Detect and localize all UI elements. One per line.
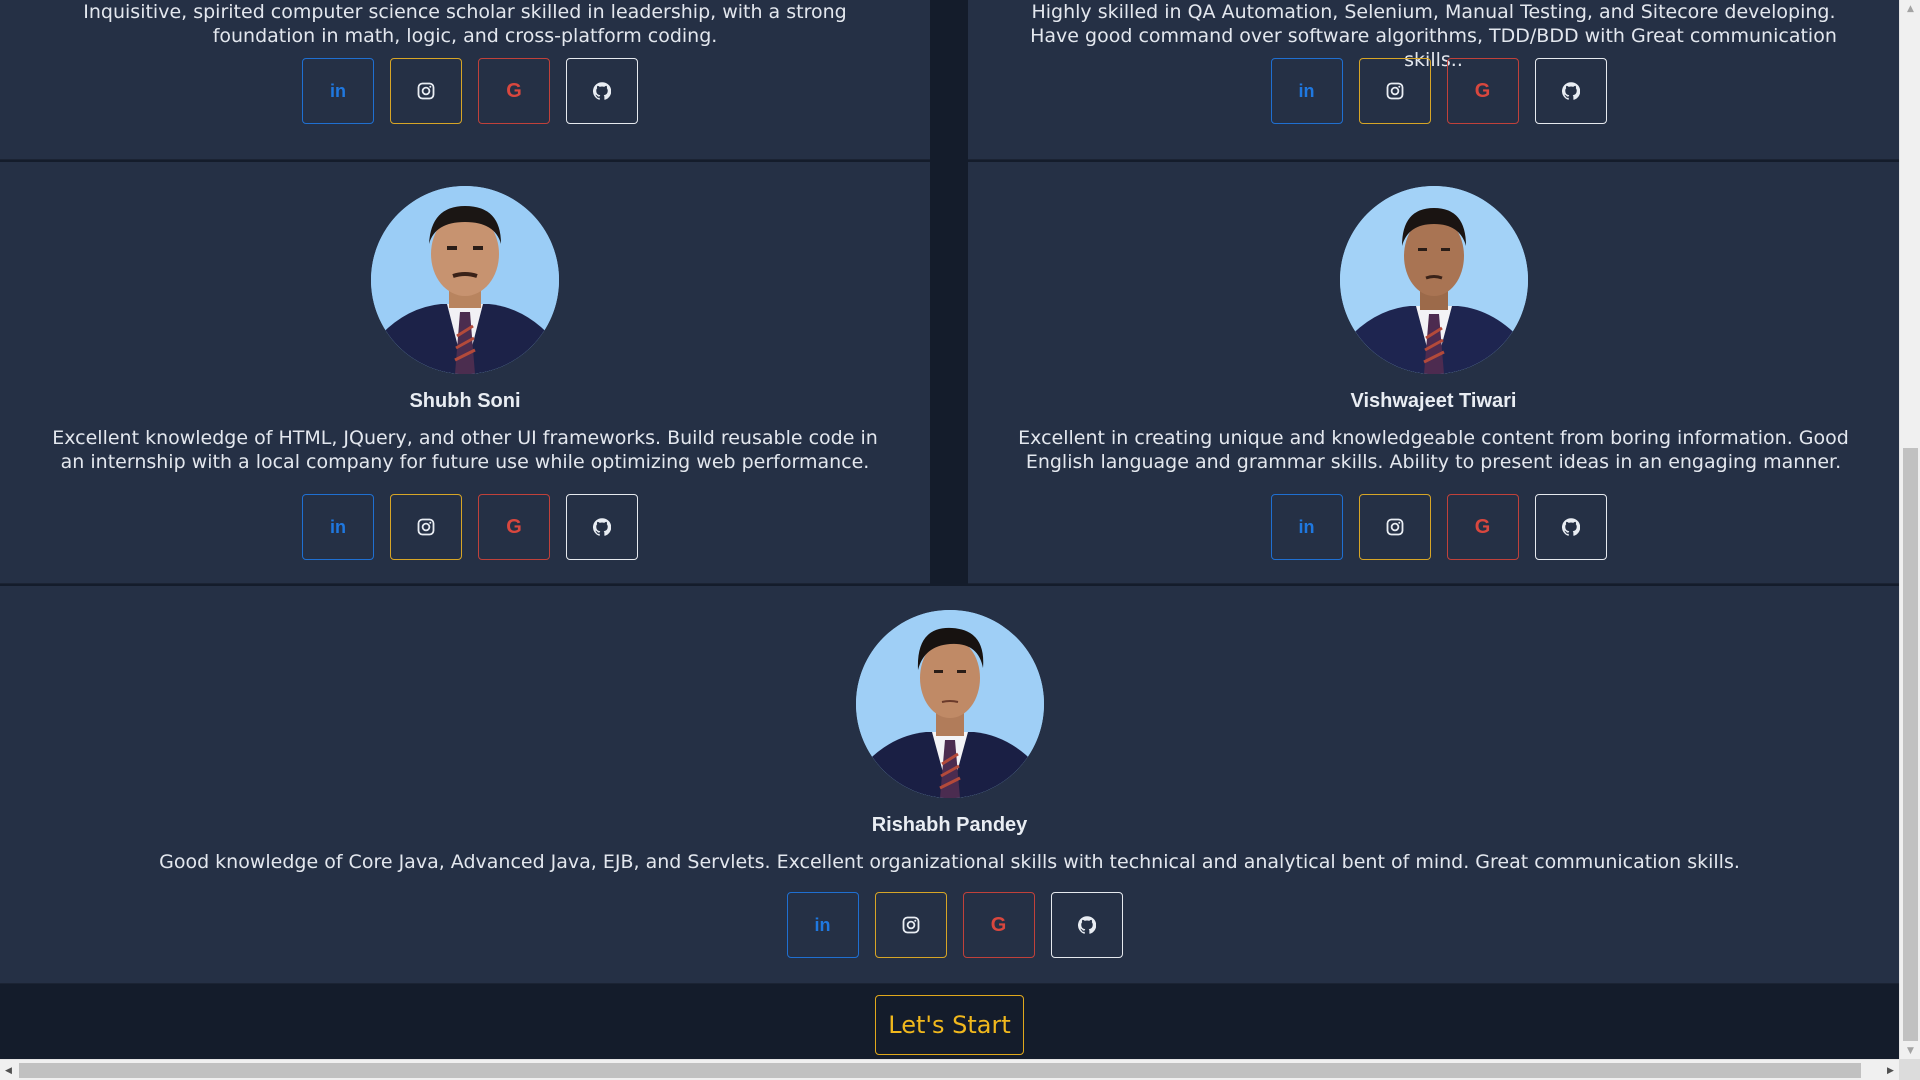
linkedin-button[interactable]: in: [302, 494, 374, 560]
social-links: in G: [0, 58, 930, 124]
member-bio: Excellent knowledge of HTML, JQuery, and…: [52, 427, 878, 473]
linkedin-button[interactable]: in: [1270, 58, 1343, 124]
social-links: in G: [968, 494, 1899, 560]
google-button[interactable]: G: [1446, 494, 1519, 560]
github-button[interactable]: [566, 494, 638, 560]
google-button[interactable]: G: [1446, 58, 1519, 124]
github-icon: [593, 518, 611, 536]
linkedin-icon: in: [814, 914, 831, 935]
github-button[interactable]: [1534, 494, 1607, 560]
member-name: Shubh Soni: [409, 390, 521, 412]
vertical-scroll-thumb[interactable]: [1903, 448, 1918, 1041]
scroll-down-arrow-icon[interactable]: ▼: [1900, 1042, 1920, 1059]
profile-photo: [371, 186, 559, 374]
instagram-icon: [417, 82, 435, 100]
member-bio: Good knowledge of Core Java, Advanced Ja…: [159, 851, 1740, 873]
instagram-button[interactable]: [390, 494, 462, 560]
avatar: [371, 186, 559, 374]
google-icon: G: [506, 79, 522, 102]
linkedin-button[interactable]: in: [1270, 494, 1343, 560]
github-icon: [1561, 518, 1580, 536]
scroll-up-arrow-icon[interactable]: ▲: [1900, 0, 1920, 17]
social-links: in G: [0, 494, 930, 560]
google-icon: G: [1474, 79, 1491, 102]
instagram-button[interactable]: [874, 892, 947, 958]
team-card-top-left: Inquisitive, spirited computer science s…: [0, 0, 930, 160]
linkedin-icon: in: [1298, 516, 1315, 537]
profile-photo: [1339, 186, 1528, 374]
google-icon: G: [506, 515, 522, 538]
page-viewport: Inquisitive, spirited computer science s…: [0, 0, 1899, 1059]
instagram-icon: [902, 916, 919, 934]
avatar: [1339, 186, 1528, 374]
social-links: in G: [0, 892, 1899, 958]
instagram-icon: [417, 518, 435, 536]
member-name: Vishwajeet Tiwari: [1350, 390, 1517, 412]
google-icon: G: [990, 913, 1007, 936]
vertical-scrollbar[interactable]: ▲ ▼: [1899, 0, 1920, 1059]
team-card-rishabh-pandey: Rishabh Pandey Good knowledge of Core Ja…: [0, 586, 1899, 984]
scroll-left-arrow-icon[interactable]: ◀: [0, 1060, 17, 1080]
horizontal-scrollbar[interactable]: ◀ ▶: [0, 1059, 1899, 1080]
instagram-button[interactable]: [390, 58, 462, 124]
github-button[interactable]: [1050, 892, 1123, 958]
team-card-shubh-soni: Shubh Soni Excellent knowledge of HTML, …: [0, 162, 930, 584]
linkedin-icon: in: [1298, 80, 1315, 101]
member-bio: Inquisitive, spirited computer science s…: [83, 1, 847, 47]
horizontal-scroll-thumb[interactable]: [19, 1063, 1861, 1078]
team-card-vishwajeet-tiwari: Vishwajeet Tiwari Excellent in creating …: [968, 162, 1899, 584]
instagram-icon: [1386, 82, 1403, 100]
scroll-right-arrow-icon[interactable]: ▶: [1882, 1060, 1899, 1080]
linkedin-icon: in: [330, 516, 346, 537]
member-bio: Excellent in creating unique and knowled…: [1018, 427, 1849, 473]
profile-photo: [855, 610, 1044, 798]
linkedin-button[interactable]: in: [786, 892, 859, 958]
github-icon: [1077, 916, 1096, 934]
social-links: in G: [968, 58, 1899, 124]
github-icon: [593, 82, 611, 100]
linkedin-icon: in: [330, 80, 346, 101]
github-button[interactable]: [1534, 58, 1607, 124]
team-card-top-right: Highly skilled in QA Automation, Seleniu…: [968, 0, 1899, 160]
lets-start-button[interactable]: Let's Start: [875, 995, 1024, 1055]
google-button[interactable]: G: [478, 494, 550, 560]
instagram-button[interactable]: [1358, 58, 1431, 124]
github-icon: [1561, 82, 1580, 100]
google-button[interactable]: G: [478, 58, 550, 124]
google-icon: G: [1474, 515, 1491, 538]
avatar: [855, 610, 1044, 798]
instagram-button[interactable]: [1358, 494, 1431, 560]
scrollbar-corner: [1899, 1059, 1920, 1080]
google-button[interactable]: G: [962, 892, 1035, 958]
member-name: Rishabh Pandey: [871, 814, 1028, 836]
github-button[interactable]: [566, 58, 638, 124]
instagram-icon: [1386, 518, 1403, 536]
linkedin-button[interactable]: in: [302, 58, 374, 124]
